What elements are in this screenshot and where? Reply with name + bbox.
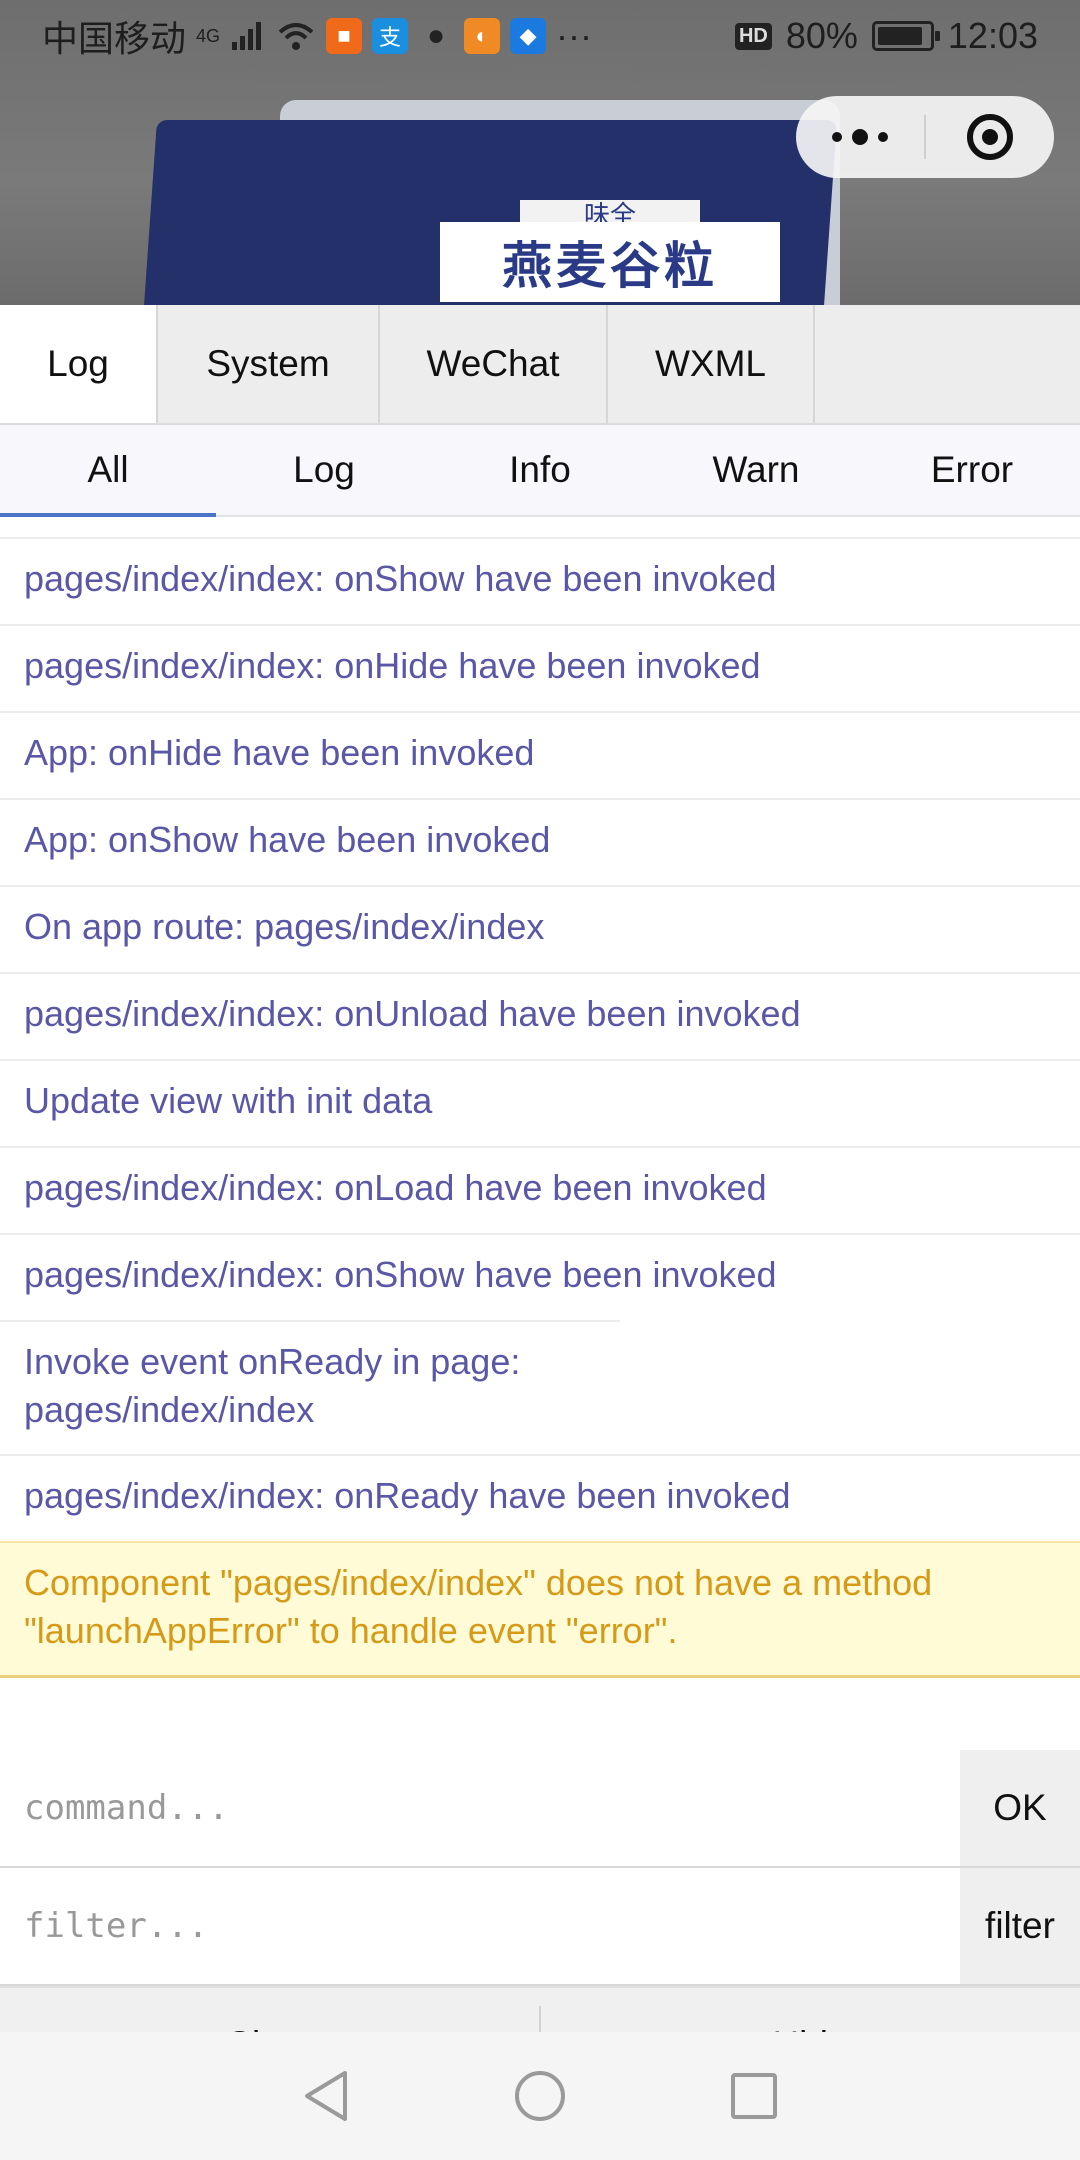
battery-icon <box>871 21 940 51</box>
command-input[interactable] <box>0 1750 960 1866</box>
log-item: App: onShow have been invoked <box>0 798 1080 885</box>
tab-log[interactable]: Log <box>0 305 158 423</box>
alipay-notification-icon: 支 <box>372 18 409 54</box>
battery-percent: 80% <box>785 15 858 56</box>
app-notification-icon: ■ <box>326 18 363 54</box>
log-item: pages/index/index: onUnload have been in… <box>0 972 1080 1059</box>
qq-notification-icon: ● <box>426 19 446 52</box>
log-item: App: onHide have been invoked <box>0 711 1080 798</box>
miniprogram-capsule <box>796 96 1054 178</box>
log-item: pages/index/index: onShow have been invo… <box>0 1233 1080 1320</box>
back-triangle-icon <box>305 2071 347 2121</box>
log-item: pages/index/index: onReady have been inv… <box>0 1454 1080 1541</box>
more-dot-right <box>878 132 888 142</box>
log-item: pages/index/index: onShow have been invo… <box>0 537 1080 624</box>
subtab-log[interactable]: Log <box>216 425 432 515</box>
subtab-info[interactable]: Info <box>432 425 648 515</box>
clock: 12:03 <box>947 15 1038 56</box>
log-item-warning: Component "pages/index/index" does not h… <box>0 1541 1080 1678</box>
vconsole-panel: Log System WeChat WXML All Log Info Warn… <box>0 305 1080 2102</box>
product-label: 燕麦谷粒 <box>440 222 780 302</box>
subtab-all[interactable]: All <box>0 425 216 517</box>
tab-wechat[interactable]: WeChat <box>380 305 608 423</box>
home-circle-icon <box>515 2071 565 2121</box>
recents-button[interactable] <box>722 2064 786 2128</box>
background-app-area: 味全 燕麦谷粒 中国移动 4G ■ 支 ● ◐ ◆ ··· HD 80% 12:… <box>0 0 1080 305</box>
subtab-error[interactable]: Error <box>864 425 1080 515</box>
command-row: OK <box>0 1750 1080 1868</box>
hd-icon: HD <box>734 22 772 50</box>
tab-system[interactable]: System <box>158 305 380 423</box>
main-tab-bar: Log System WeChat WXML <box>0 305 1080 425</box>
log-level-tab-bar: All Log Info Warn Error <box>0 425 1080 517</box>
log-item: Invoke event onReady in page: pages/inde… <box>0 1320 620 1454</box>
log-item: Update view with init data <box>0 1059 1080 1146</box>
status-bar: 中国移动 4G ■ 支 ● ◐ ◆ ··· HD 80% 12:03 <box>0 0 1080 72</box>
log-list[interactable]: pages/index/index: onShow have been invo… <box>0 517 1080 1750</box>
more-notifications-icon: ··· <box>556 15 592 56</box>
target-icon <box>967 114 1013 160</box>
filter-row: filter <box>0 1868 1080 1986</box>
more-menu-button[interactable] <box>796 96 924 178</box>
filter-input[interactable] <box>0 1868 960 1984</box>
close-miniprogram-button[interactable] <box>926 96 1054 178</box>
back-button[interactable] <box>294 2064 358 2128</box>
more-dots-icon <box>832 132 842 142</box>
ok-button[interactable]: OK <box>960 1750 1080 1866</box>
system-nav-bar <box>0 2032 1080 2160</box>
tab-wxml[interactable]: WXML <box>608 305 815 423</box>
carrier-label: 中国移动 <box>42 18 187 59</box>
status-left: 中国移动 4G ■ 支 ● ◐ ◆ ··· <box>42 10 592 62</box>
log-item: pages/index/index: onHide have been invo… <box>0 624 1080 711</box>
log-item: pages/index/index: onLoad have been invo… <box>0 1146 1080 1233</box>
uc-notification-icon: ◐ <box>464 18 501 54</box>
log-item: On app route: pages/index/index <box>0 885 1080 972</box>
signal-icon <box>232 22 262 50</box>
filter-button[interactable]: filter <box>960 1868 1080 1984</box>
wifi-icon <box>278 23 314 50</box>
status-right: HD 80% 12:03 <box>734 15 1038 57</box>
network-type: 4G <box>196 25 221 46</box>
subtab-warn[interactable]: Warn <box>648 425 864 515</box>
recents-square-icon <box>731 2073 777 2119</box>
shield-notification-icon: ◆ <box>510 18 547 54</box>
home-button[interactable] <box>508 2064 572 2128</box>
more-dot-center <box>852 129 868 145</box>
